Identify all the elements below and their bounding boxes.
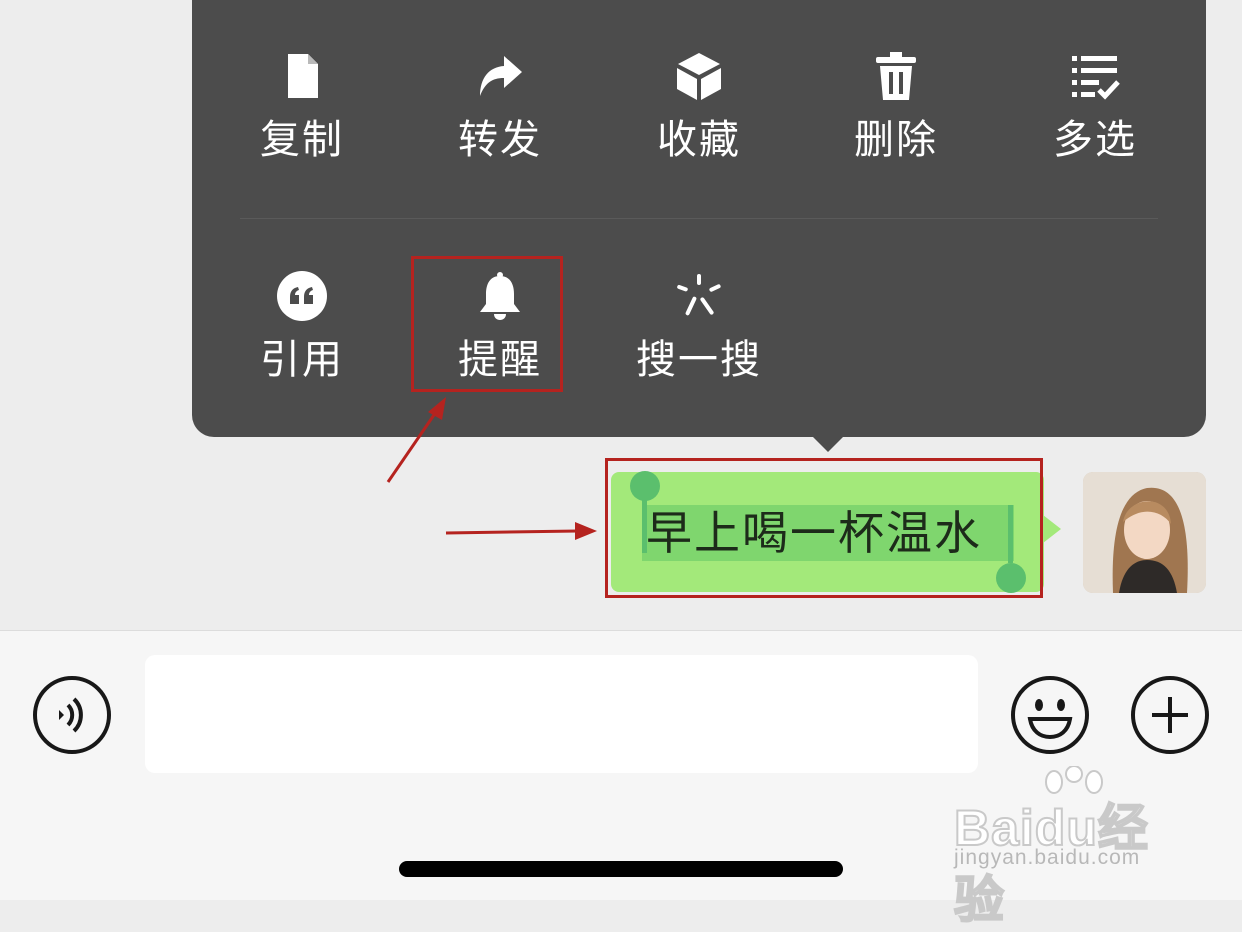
message-bubble-tail (1043, 515, 1061, 543)
annotation-arrowhead (428, 397, 446, 420)
voice-icon (33, 676, 111, 754)
plus-icon (1131, 676, 1209, 754)
avatar-image (1083, 472, 1206, 593)
more-button[interactable] (1130, 675, 1210, 755)
home-indicator[interactable] (399, 861, 843, 877)
input-bar (0, 630, 1242, 900)
annotation-arrow-to-message (445, 529, 579, 535)
message-input[interactable] (145, 655, 978, 773)
avatar[interactable] (1083, 472, 1206, 593)
chat-area: 复制 转发 收藏 删除 多选 引用 提醒 搜一搜 早上喝一杯温水 (0, 0, 1242, 630)
annotation-arrow-to-remind (386, 411, 438, 483)
annotation-arrowhead (575, 522, 597, 540)
emoji-icon (1011, 676, 1089, 754)
voice-button[interactable] (32, 675, 112, 755)
emoji-button[interactable] (1010, 675, 1090, 755)
annotation-box-message (605, 458, 1043, 598)
